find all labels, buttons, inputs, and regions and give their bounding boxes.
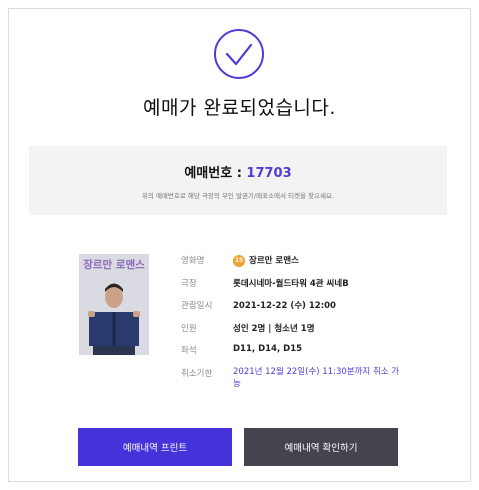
detail-value-theater: 롯데시네마-월드타워 4관 씨네B bbox=[233, 278, 349, 289]
movie-poster: 장르만 로맨스 bbox=[79, 254, 149, 355]
detail-value-movie: 15 장르만 로맨스 bbox=[233, 254, 403, 267]
detail-label: 영화명 bbox=[181, 256, 205, 266]
page-title: 예매가 완료되었습니다. bbox=[143, 97, 336, 119]
detail-label: 좌석 bbox=[181, 346, 197, 356]
detail-value-cancel-deadline: 2021년 12월 22일(수) 11:30분까지 취소 가능 bbox=[233, 366, 400, 389]
booking-number-line: 예매번호 : 17703 bbox=[29, 162, 447, 181]
print-booking-button[interactable]: 예매내역 프린트 bbox=[78, 428, 232, 466]
poster-artwork: 장르만 로맨스 bbox=[79, 254, 149, 355]
booking-note: 위의 예매번호로 해당 극장의 무인 발권기/매표소에서 티켓을 찾으세요. bbox=[141, 192, 335, 200]
age-rating-badge: 15 bbox=[233, 254, 245, 267]
poster-title: 장르만 로맨스 bbox=[83, 258, 145, 271]
detail-value-seats: D11, D14, D15 bbox=[233, 344, 303, 354]
booking-number: 17703 bbox=[246, 166, 292, 181]
detail-label: 취소기한 bbox=[181, 368, 213, 379]
detail-label: 관람일시 bbox=[181, 301, 213, 311]
detail-value-people: 성인 2명 | 청소년 1명 bbox=[233, 323, 315, 334]
movie-title: 장르만 로맨스 bbox=[249, 256, 299, 266]
booking-number-box: 예매번호 : 17703 위의 예매번호로 해당 극장의 무인 발권기/매표소에… bbox=[29, 146, 447, 215]
detail-label: 극장 bbox=[181, 278, 197, 289]
booking-number-label: 예매번호 : bbox=[184, 166, 247, 181]
check-circle-icon bbox=[214, 29, 264, 79]
detail-value-datetime: 2021-12-22 (수) 12:00 bbox=[233, 301, 336, 311]
view-booking-button[interactable]: 예매내역 확인하기 bbox=[244, 428, 398, 466]
detail-label: 인원 bbox=[181, 323, 197, 334]
